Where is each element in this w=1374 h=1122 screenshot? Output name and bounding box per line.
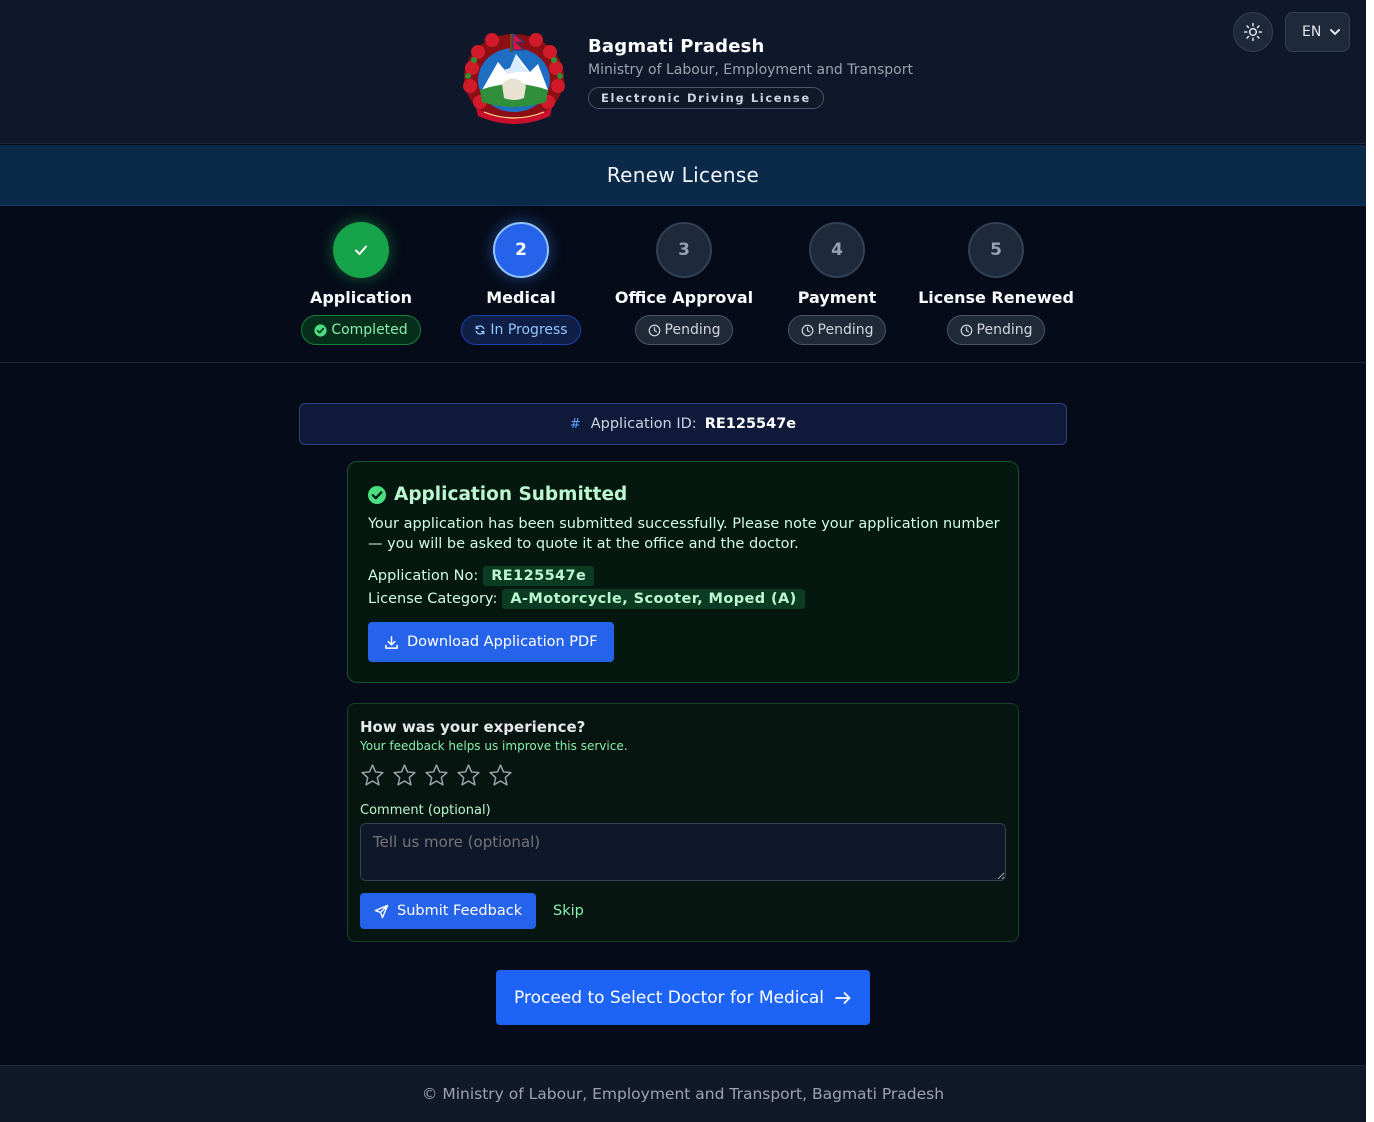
step-label: License Renewed [918,288,1074,307]
check-circle-icon [368,485,386,504]
brand-title: Bagmati Pradesh [588,36,765,57]
license-category-row: License Category: A-Motorcycle, Scooter,… [368,589,805,609]
footer: © Ministry of Labour, Employment and Tra… [0,1065,1366,1122]
submit-feedback-label: Submit Feedback [397,903,523,919]
download-icon [385,635,398,649]
comment-textarea[interactable] [360,823,1006,881]
status-text: Completed [331,322,408,338]
step-circle-done [333,222,389,278]
arrow-right-icon [835,991,851,1004]
service-pill: Electronic Driving License [588,87,824,109]
skip-link[interactable]: Skip [553,903,584,919]
success-heading: Application Submitted [368,484,627,505]
clock-icon [801,324,813,336]
application-number-value: RE125547e [483,566,595,586]
page: Bagmati Pradesh Ministry of Labour, Empl… [0,0,1366,1122]
page-title: Renew License [606,163,760,187]
proceed-label: Proceed to Select Doctor for Medical [514,987,824,1008]
step-label: Application [309,288,413,307]
feedback-card: How was your experience? Your feedback h… [347,703,1019,942]
check-circle-icon [314,323,327,337]
page-title-bar: Renew License [0,145,1366,206]
hash-icon: # [569,416,581,432]
application-number-label: Application No: [368,568,479,584]
progress-stepper: Application Completed 2 Medical In Progr… [0,206,1366,363]
brand-subtitle: Ministry of Labour, Employment and Trans… [588,62,913,78]
status-badge: Pending [946,315,1046,345]
feedback-subtitle: Your feedback helps us improve this serv… [360,739,628,753]
status-badge: In Progress [461,315,581,345]
step-circle-pending: 3 [656,222,712,278]
comment-label: Comment (optional) [360,803,491,818]
star-icon[interactable] [488,763,513,788]
star-icon[interactable] [360,763,385,788]
check-icon [355,245,367,255]
status-badge: Pending [787,315,887,345]
status-text: Pending [976,322,1033,338]
step-application: Application Completed [281,222,441,345]
send-icon [374,904,389,918]
header: Bagmati Pradesh Ministry of Labour, Empl… [0,0,1366,144]
download-pdf-button[interactable]: Download Application PDF [368,622,614,662]
clock-icon [960,324,972,336]
status-text: Pending [664,322,721,338]
star-rating [360,763,513,788]
clock-icon [648,324,660,336]
step-payment: 4 Payment Pending [757,222,917,345]
language-value: EN [1302,24,1322,40]
sun-icon [1243,22,1263,42]
scrollbar[interactable] [1366,0,1374,1122]
step-medical: 2 Medical In Progress [441,222,601,345]
star-icon[interactable] [424,763,449,788]
refresh-icon [475,325,485,335]
emblem-logo [458,28,570,124]
step-circle-pending: 4 [809,222,865,278]
language-select[interactable]: EN [1285,12,1350,52]
success-title: Application Submitted [394,484,628,505]
status-text: Pending [817,322,874,338]
application-id-bar: # Application ID: RE125547e [299,403,1067,445]
step-label: Office Approval [614,288,754,307]
status-badge: Pending [634,315,734,345]
download-pdf-label: Download Application PDF [407,634,598,650]
success-message: Your application has been submitted succ… [368,516,1000,552]
status-text: In Progress [490,322,568,338]
submit-feedback-button[interactable]: Submit Feedback [360,893,537,929]
submission-success-card: Application Submitted Your application h… [347,461,1019,683]
star-icon[interactable] [392,763,417,788]
application-id-value: RE125547e [704,416,797,432]
star-icon[interactable] [456,763,481,788]
application-id-label: Application ID: [590,416,697,432]
step-license-renewed: 5 License Renewed Pending [916,222,1076,345]
step-office-approval: 3 Office Approval Pending [604,222,764,345]
status-badge: Completed [301,315,421,345]
proceed-to-doctor-button[interactable]: Proceed to Select Doctor for Medical [496,970,870,1025]
step-circle-active: 2 [493,222,549,278]
step-label: Medical [486,288,556,307]
step-circle-pending: 5 [968,222,1024,278]
step-label: Payment [797,288,877,307]
feedback-question: How was your experience? [360,718,586,736]
license-category-value: A-Motorcycle, Scooter, Moped (A) [502,589,805,609]
license-category-label: License Category: [368,591,498,607]
application-number-row: Application No: RE125547e [368,566,595,586]
theme-toggle-button[interactable] [1233,12,1273,52]
brand: Bagmati Pradesh Ministry of Labour, Empl… [588,36,913,109]
footer-text: © Ministry of Labour, Employment and Tra… [421,1085,945,1103]
chevron-down-icon [1330,29,1340,36]
